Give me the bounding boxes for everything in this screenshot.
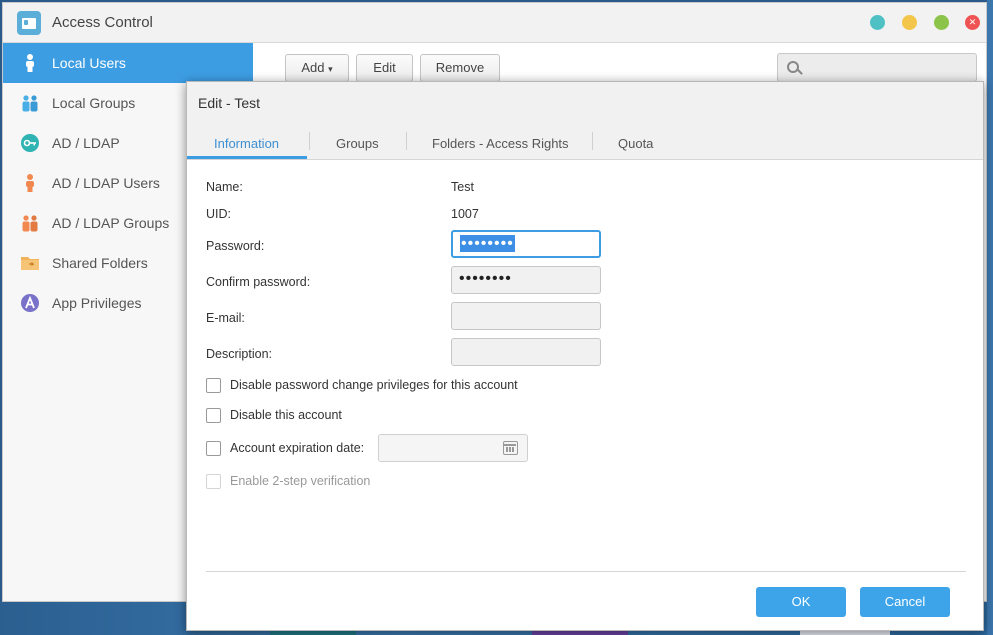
chevron-down-icon: ▾ [328, 64, 333, 74]
search-input[interactable] [777, 53, 977, 82]
calendar-icon[interactable] [503, 441, 518, 455]
active-tab-indicator [187, 156, 307, 159]
app-title: Access Control [52, 14, 153, 31]
sidebar-item-label: Local Groups [52, 95, 136, 111]
tab-quota[interactable]: Quota [618, 136, 653, 151]
two-step-verification-label: Enable 2-step verification [230, 474, 371, 488]
password-label: Password: [206, 239, 265, 253]
dialog-title: Edit - Test [198, 95, 260, 111]
title-bar: Access Control ✕ [3, 3, 986, 43]
email-field[interactable] [451, 302, 601, 330]
sidebar-item-label: AD / LDAP Users [52, 175, 160, 191]
name-label: Name: [206, 180, 243, 194]
disable-password-change-label[interactable]: Disable password change privileges for t… [230, 378, 518, 392]
description-field[interactable] [451, 338, 601, 366]
disable-password-change-checkbox[interactable] [206, 378, 221, 393]
close-icon: ✕ [968, 17, 977, 27]
email-label: E-mail: [206, 311, 245, 325]
cancel-button[interactable]: Cancel [860, 587, 950, 617]
sidebar-item-label: Shared Folders [52, 255, 148, 271]
user-icon [26, 174, 34, 192]
app-icon [21, 294, 39, 312]
minimize-circle-button[interactable] [870, 15, 885, 30]
sidebar-item-label: Local Users [52, 55, 126, 71]
dialog-header: Edit - Test Information Groups Folders -… [187, 82, 983, 160]
restore-circle-button[interactable] [902, 15, 917, 30]
tab-separator [406, 132, 407, 150]
add-button-label: Add [301, 60, 325, 75]
expiration-date-input[interactable] [378, 434, 528, 462]
edit-user-dialog: Edit - Test Information Groups Folders -… [186, 81, 984, 631]
password-value: •••••••• [460, 235, 515, 252]
access-control-app-icon [17, 11, 41, 35]
description-label: Description: [206, 347, 272, 361]
users-icon [22, 95, 38, 112]
tab-separator [309, 132, 310, 150]
confirm-password-label: Confirm password: [206, 275, 311, 289]
close-circle-button[interactable]: ✕ [965, 15, 980, 30]
dialog-divider [206, 571, 966, 572]
users-icon [22, 215, 38, 232]
sidebar-item-label: App Privileges [52, 295, 142, 311]
sidebar-item-local-users[interactable]: Local Users [3, 43, 253, 83]
disable-account-checkbox[interactable] [206, 408, 221, 423]
disable-account-label[interactable]: Disable this account [230, 408, 342, 422]
tab-groups[interactable]: Groups [336, 136, 379, 151]
tab-separator [592, 132, 593, 150]
folder-icon [21, 257, 39, 270]
tab-folders-access-rights[interactable]: Folders - Access Rights [432, 136, 569, 151]
sidebar-item-label: AD / LDAP [52, 135, 120, 151]
account-expiration-checkbox[interactable] [206, 441, 221, 456]
name-value: Test [451, 180, 474, 194]
edit-button[interactable]: Edit [356, 54, 413, 82]
user-icon [26, 54, 34, 72]
account-expiration-label[interactable]: Account expiration date: [230, 441, 364, 455]
add-button[interactable]: Add ▾ [285, 54, 349, 82]
key-icon [21, 134, 39, 152]
tab-information[interactable]: Information [214, 136, 279, 151]
confirm-password-field[interactable]: •••••••• [451, 266, 601, 294]
maximize-circle-button[interactable] [934, 15, 949, 30]
desktop-edge [987, 0, 993, 635]
search-icon-handle [797, 69, 803, 75]
password-field[interactable]: •••••••• [451, 230, 601, 258]
ok-button[interactable]: OK [756, 587, 846, 617]
uid-value: 1007 [451, 207, 479, 221]
remove-button[interactable]: Remove [420, 54, 500, 82]
uid-label: UID: [206, 207, 231, 221]
sidebar-item-label: AD / LDAP Groups [52, 215, 170, 231]
two-step-verification-checkbox[interactable] [206, 474, 221, 489]
